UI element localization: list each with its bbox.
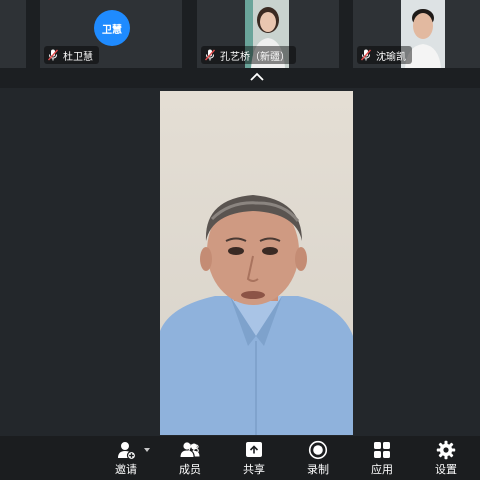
main-speaker-video[interactable] [160, 91, 353, 435]
settings-label: 设置 [435, 464, 457, 476]
participant-tile-du-weihui[interactable]: 卫慧 杜卫慧 [40, 0, 182, 68]
record-label: 录制 [307, 464, 329, 476]
participant-name: 孔艺桥（新疆） [220, 51, 290, 63]
participant-name: 杜卫慧 [63, 51, 93, 63]
participant-name: 沈瑜凯 [376, 51, 406, 63]
participant-name-tag: 孔艺桥（新疆） [201, 46, 296, 64]
invite-label: 邀请 [115, 464, 137, 476]
record-button[interactable]: 录制 [294, 440, 342, 480]
speaker-video-frame [160, 91, 353, 435]
participant-tile[interactable] [0, 0, 26, 68]
members-button[interactable]: 78 成员 [166, 440, 214, 480]
share-screen-icon [246, 442, 262, 457]
microphone-muted-icon [361, 49, 371, 61]
collapse-strip-toggle[interactable] [0, 70, 480, 88]
record-icon [308, 440, 328, 460]
participant-tile-kong-yiqiao[interactable]: 孔艺桥（新疆） [197, 0, 339, 68]
apps-label: 应用 [371, 464, 393, 476]
participant-name-tag: 杜卫慧 [44, 46, 99, 64]
share-button[interactable]: 共享 [230, 440, 278, 480]
participant-strip: 卫慧 杜卫慧 孔艺桥（新疆） 沈瑜凯 [0, 0, 480, 70]
microphone-muted-icon [205, 49, 215, 61]
settings-button[interactable]: 设置 [422, 440, 470, 480]
apps-button[interactable]: 应用 [358, 440, 406, 480]
members-label: 成员 [179, 464, 201, 476]
invite-button[interactable]: 邀请 [102, 440, 150, 480]
meeting-toolbar: 邀请 78 成员 共享 录制 应用 设置 [0, 436, 480, 480]
participant-tile-shen-yukai[interactable]: 沈瑜凯 [353, 0, 480, 68]
meeting-screen: 卫慧 杜卫慧 孔艺桥（新疆） 沈瑜凯 邀请 78 成员 共享 录制 应用 设置 [0, 0, 480, 480]
members-count: 78 [186, 442, 200, 456]
add-user-icon [118, 442, 136, 460]
chevron-down-icon[interactable] [144, 448, 150, 452]
apps-grid-icon [374, 442, 390, 458]
microphone-muted-icon [48, 49, 58, 61]
avatar: 卫慧 [94, 10, 130, 46]
chevron-up-icon[interactable] [250, 72, 264, 82]
share-label: 共享 [243, 464, 265, 476]
gear-icon [436, 440, 456, 460]
participant-name-tag: 沈瑜凯 [357, 46, 412, 64]
